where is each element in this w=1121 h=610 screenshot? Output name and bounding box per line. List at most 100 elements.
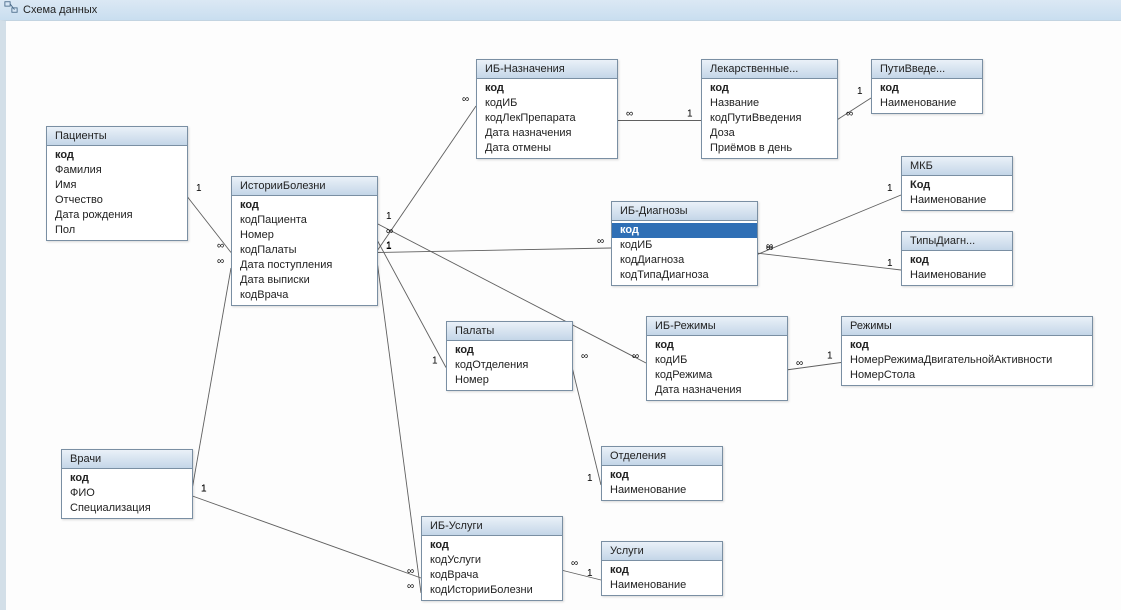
entity-title[interactable]: ИБ-Диагнозы xyxy=(612,202,757,221)
entity-field[interactable]: Дата назначения xyxy=(477,126,617,141)
svg-text:1: 1 xyxy=(201,484,207,495)
window-titlebar: Схема данных xyxy=(0,0,1121,21)
entity-field[interactable]: код xyxy=(477,81,617,96)
relationships-canvas[interactable]: 1∞1∞1∞1∞1∞1∞∞11∞∞1∞1∞1∞1∞1∞1∞1 Пациентык… xyxy=(0,20,1121,610)
entity-field[interactable]: кодВрача xyxy=(422,568,562,583)
entity-title[interactable]: Пациенты xyxy=(47,127,187,146)
entity-title[interactable]: Услуги xyxy=(602,542,722,561)
entity-field[interactable]: код xyxy=(702,81,837,96)
entity-title[interactable]: МКБ xyxy=(902,157,1012,176)
entity-history[interactable]: ИсторииБолезни кодкодПациентаНомеркодПала… xyxy=(231,176,378,306)
svg-text:1: 1 xyxy=(432,356,438,367)
entity-field[interactable]: Пол xyxy=(47,223,187,238)
entity-field[interactable]: Наименование xyxy=(902,193,1012,208)
entity-ib_diag[interactable]: ИБ-ДиагнозыкодкодИБкодДиагнозакодТипаДиа… xyxy=(611,201,758,286)
entity-title[interactable]: Режимы xyxy=(842,317,1092,336)
svg-text:1: 1 xyxy=(687,109,693,120)
entity-field[interactable]: код xyxy=(612,223,757,238)
svg-text:1: 1 xyxy=(887,258,893,269)
entity-field[interactable]: код xyxy=(232,198,377,213)
entity-field[interactable]: Номер xyxy=(447,373,572,388)
entity-field[interactable]: кодИБ xyxy=(477,96,617,111)
svg-text:∞: ∞ xyxy=(766,241,773,252)
entity-field[interactable]: код xyxy=(647,338,787,353)
entity-title[interactable]: ИсторииБолезни xyxy=(232,177,377,196)
entity-field[interactable]: кодВрача xyxy=(232,288,377,303)
entity-field[interactable]: кодИБ xyxy=(612,238,757,253)
entity-title[interactable]: Палаты xyxy=(447,322,572,341)
entity-field[interactable]: Код xyxy=(902,178,1012,193)
svg-text:∞: ∞ xyxy=(626,109,633,120)
entity-fields: кодНаименование xyxy=(872,79,982,113)
entity-field[interactable]: кодТипаДиагноза xyxy=(612,268,757,283)
entity-field[interactable]: Отчество xyxy=(47,193,187,208)
entity-field[interactable]: Специализация xyxy=(62,501,192,516)
entity-field[interactable]: Дата отмены xyxy=(477,141,617,156)
svg-text:∞: ∞ xyxy=(632,351,639,362)
entity-lek[interactable]: Лекарственные... кодНазваниекодПутиВведен… xyxy=(701,59,838,159)
entity-field[interactable]: Дата назначения xyxy=(647,383,787,398)
entity-field[interactable]: Наименование xyxy=(872,96,982,111)
entity-field[interactable]: Наименование xyxy=(902,268,1012,283)
entity-field[interactable]: код xyxy=(902,253,1012,268)
entity-field[interactable]: Номер xyxy=(232,228,377,243)
entity-rezhimy[interactable]: Режимы кодНомерРежимаДвигательнойАктивнос… xyxy=(841,316,1093,386)
entity-field[interactable]: Дата рождения xyxy=(47,208,187,223)
entity-patients[interactable]: Пациенты кодФамилияИмяОтчествоДата рожден… xyxy=(46,126,188,241)
entity-palaty[interactable]: Палаты кодкодОтделенияНомер xyxy=(446,321,573,391)
entity-field[interactable]: кодОтделения xyxy=(447,358,572,373)
entity-ib_nazn[interactable]: ИБ-НазначениякодкодИБкодЛекПрепаратаДата… xyxy=(476,59,618,159)
entity-field[interactable]: кодПалаты xyxy=(232,243,377,258)
entity-field[interactable]: Приёмов в день xyxy=(702,141,837,156)
entity-fields: кодкодИБкодЛекПрепаратаДата назначенияДа… xyxy=(477,79,617,158)
entity-field[interactable]: Фамилия xyxy=(47,163,187,178)
entity-field[interactable]: НомерСтола xyxy=(842,368,1092,383)
entity-field[interactable]: НомерРежимаДвигательнойАктивности xyxy=(842,353,1092,368)
entity-fields: кодНаименование xyxy=(602,466,722,500)
entity-field[interactable]: код xyxy=(842,338,1092,353)
entity-title[interactable]: ИБ-Режимы xyxy=(647,317,787,336)
entity-field[interactable]: Дата выписки xyxy=(232,273,377,288)
entity-title[interactable]: Врачи xyxy=(62,450,192,469)
entity-uslugi[interactable]: Услуги кодНаименование xyxy=(601,541,723,596)
entity-field[interactable]: код xyxy=(422,538,562,553)
svg-text:∞: ∞ xyxy=(571,558,578,569)
entity-field[interactable]: кодИсторииБолезни xyxy=(422,583,562,598)
svg-text:∞: ∞ xyxy=(597,236,604,247)
entity-field[interactable]: код xyxy=(62,471,192,486)
entity-field[interactable]: Название xyxy=(702,96,837,111)
entity-field[interactable]: кодЛекПрепарата xyxy=(477,111,617,126)
entity-field[interactable]: ФИО xyxy=(62,486,192,501)
entity-title[interactable]: ТипыДиагн... xyxy=(902,232,1012,251)
entity-field[interactable]: кодДиагноза xyxy=(612,253,757,268)
entity-field[interactable]: Имя xyxy=(47,178,187,193)
entity-field[interactable]: код xyxy=(47,148,187,163)
entity-field[interactable]: кодПутиВведения xyxy=(702,111,837,126)
entity-field[interactable]: код xyxy=(602,563,722,578)
entity-title[interactable]: Отделения xyxy=(602,447,722,466)
entity-field[interactable]: кодИБ xyxy=(647,353,787,368)
entity-field[interactable]: код xyxy=(602,468,722,483)
svg-text:1: 1 xyxy=(587,568,593,579)
entity-field[interactable]: кодПациента xyxy=(232,213,377,228)
entity-puti[interactable]: ПутиВведе...кодНаименование xyxy=(871,59,983,114)
entity-field[interactable]: кодУслуги xyxy=(422,553,562,568)
entity-ib_usl[interactable]: ИБ-Услуги кодкодУслугикодВрачакодИсторииБ… xyxy=(421,516,563,601)
entity-field[interactable]: код xyxy=(872,81,982,96)
entity-tipy[interactable]: ТипыДиагн... кодНаименование xyxy=(901,231,1013,286)
entity-title[interactable]: ПутиВведе... xyxy=(872,60,982,79)
entity-field[interactable]: кодРежима xyxy=(647,368,787,383)
entity-field[interactable]: Наименование xyxy=(602,578,722,593)
entity-field[interactable]: Дата поступления xyxy=(232,258,377,273)
entity-title[interactable]: Лекарственные... xyxy=(702,60,837,79)
entity-ib_rezh[interactable]: ИБ-Режимы кодкодИБкодРежимаДата назначени… xyxy=(646,316,788,401)
entity-field[interactable]: код xyxy=(447,343,572,358)
entity-fields: кодкодИБкодДиагнозакодТипаДиагноза xyxy=(612,221,757,285)
entity-title[interactable]: ИБ-Назначения xyxy=(477,60,617,79)
entity-otdel[interactable]: ОтделениякодНаименование xyxy=(601,446,723,501)
entity-field[interactable]: Доза xyxy=(702,126,837,141)
entity-doctors[interactable]: Врачи кодФИОСпециализация xyxy=(61,449,193,519)
entity-field[interactable]: Наименование xyxy=(602,483,722,498)
entity-title[interactable]: ИБ-Услуги xyxy=(422,517,562,536)
entity-mkb[interactable]: МКБ КодНаименование xyxy=(901,156,1013,211)
